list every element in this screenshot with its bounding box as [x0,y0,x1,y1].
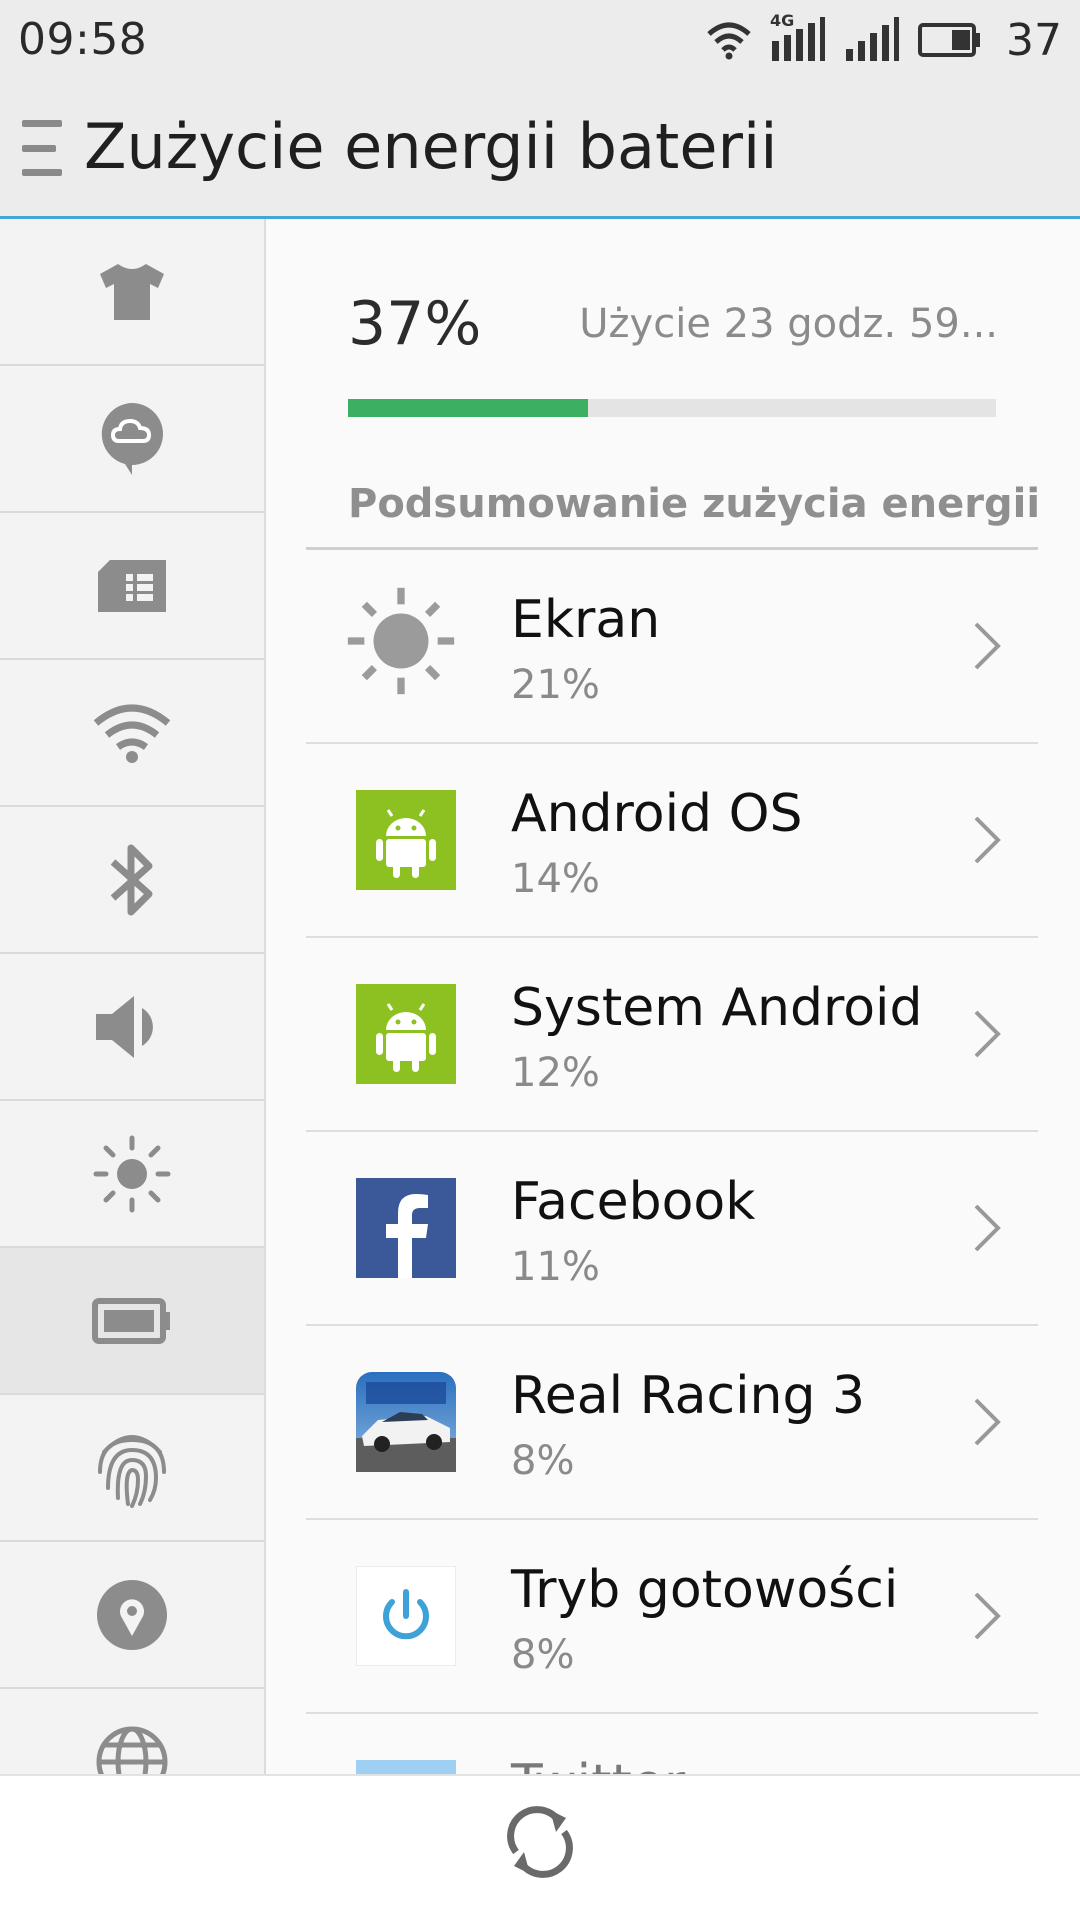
item-name: Twitter [511,1754,685,1774]
item-percent: 21% [511,662,600,708]
item-percent: 11% [511,1244,600,1290]
android-icon [356,790,456,890]
battery-status-icon [918,23,980,57]
battery-level-text: 37 [1006,14,1062,66]
battery-icon [92,1297,170,1344]
battery-progress-fill [348,399,588,417]
chevron-right-icon [974,816,1001,864]
chevron-right-icon [974,1204,1001,1252]
battery-usage-panel: 37% Użycie 23 godz. 59... Podsumowanie z… [264,219,1080,1774]
refresh-icon[interactable] [500,1802,580,1882]
usage-time: Użycie 23 godz. 59... [579,301,998,347]
sidebar-item-bluetooth[interactable] [0,807,264,954]
app-bar: Zużycie energii baterii [0,80,1080,219]
android-icon [356,984,456,1084]
list-item[interactable]: Real Racing 3 8% [306,1326,1038,1520]
real-racing-icon [356,1372,456,1472]
twitter-icon [356,1760,456,1774]
page-title: Zużycie energii baterii [84,110,778,183]
sidebar-item-display[interactable] [0,1101,264,1248]
usage-list: Ekran 21% Android OS 14% System Android … [306,550,1038,1774]
speaker-icon [96,995,153,1058]
list-item[interactable]: Twitter [306,1714,1038,1774]
chevron-right-icon [974,622,1001,670]
sidebar-item-battery[interactable] [0,1248,264,1395]
chevron-right-icon [974,1398,1001,1446]
sidebar-item-wifi[interactable] [0,660,264,807]
section-title: Podsumowanie zużycia energii [348,481,1041,527]
item-percent: 8% [511,1632,575,1678]
list-item[interactable]: Ekran 21% [306,550,1038,744]
status-time: 09:58 [18,14,148,65]
sidebar-item-theme[interactable] [0,219,264,366]
settings-sidebar [0,219,266,1774]
item-name: Ekran [511,590,661,650]
item-name: Tryb gotowości [511,1560,899,1620]
sidebar-item-cloud[interactable] [0,366,264,513]
bluetooth-icon [110,844,153,915]
location-icon [97,1579,167,1650]
item-percent: 12% [511,1050,600,1096]
battery-percent: 37% [348,289,482,359]
item-name: Android OS [511,784,803,844]
wifi-status-icon [707,22,751,60]
battery-progress-bar [348,399,996,417]
list-item[interactable]: Tryb gotowości 8% [306,1520,1038,1714]
cell-signal-icon [846,17,899,61]
menu-icon[interactable] [22,120,62,176]
sim-card-icon [98,559,166,612]
list-item[interactable]: System Android 12% [306,938,1038,1132]
brightness-icon [93,1135,171,1212]
status-icons: 4G 37 [706,8,1062,72]
power-icon [356,1566,456,1666]
item-percent: 14% [511,856,600,902]
cloud-pin-icon [101,402,163,475]
fingerprint-icon [98,1434,166,1508]
item-percent: 8% [511,1438,575,1484]
item-name: Facebook [511,1172,756,1232]
bottom-bar [0,1774,1080,1922]
globe-icon [96,1726,168,1774]
item-name: System Android [511,978,923,1038]
chevron-right-icon [974,1010,1001,1058]
wifi-icon [93,704,171,763]
tshirt-icon [100,263,164,320]
sidebar-item-location[interactable] [0,1542,264,1689]
cell-4g-icon: 4G [770,11,826,65]
sidebar-item-language[interactable] [0,1689,264,1774]
status-bar: 09:58 4G 37 [0,0,1080,80]
facebook-icon [356,1178,456,1278]
list-item[interactable]: Facebook 11% [306,1132,1038,1326]
sun-icon [347,587,456,696]
sidebar-item-fingerprint[interactable] [0,1395,264,1542]
list-item[interactable]: Android OS 14% [306,744,1038,938]
sidebar-item-sound[interactable] [0,954,264,1101]
sidebar-item-sim[interactable] [0,513,264,660]
item-name: Real Racing 3 [511,1366,866,1426]
chevron-right-icon [974,1592,1001,1640]
